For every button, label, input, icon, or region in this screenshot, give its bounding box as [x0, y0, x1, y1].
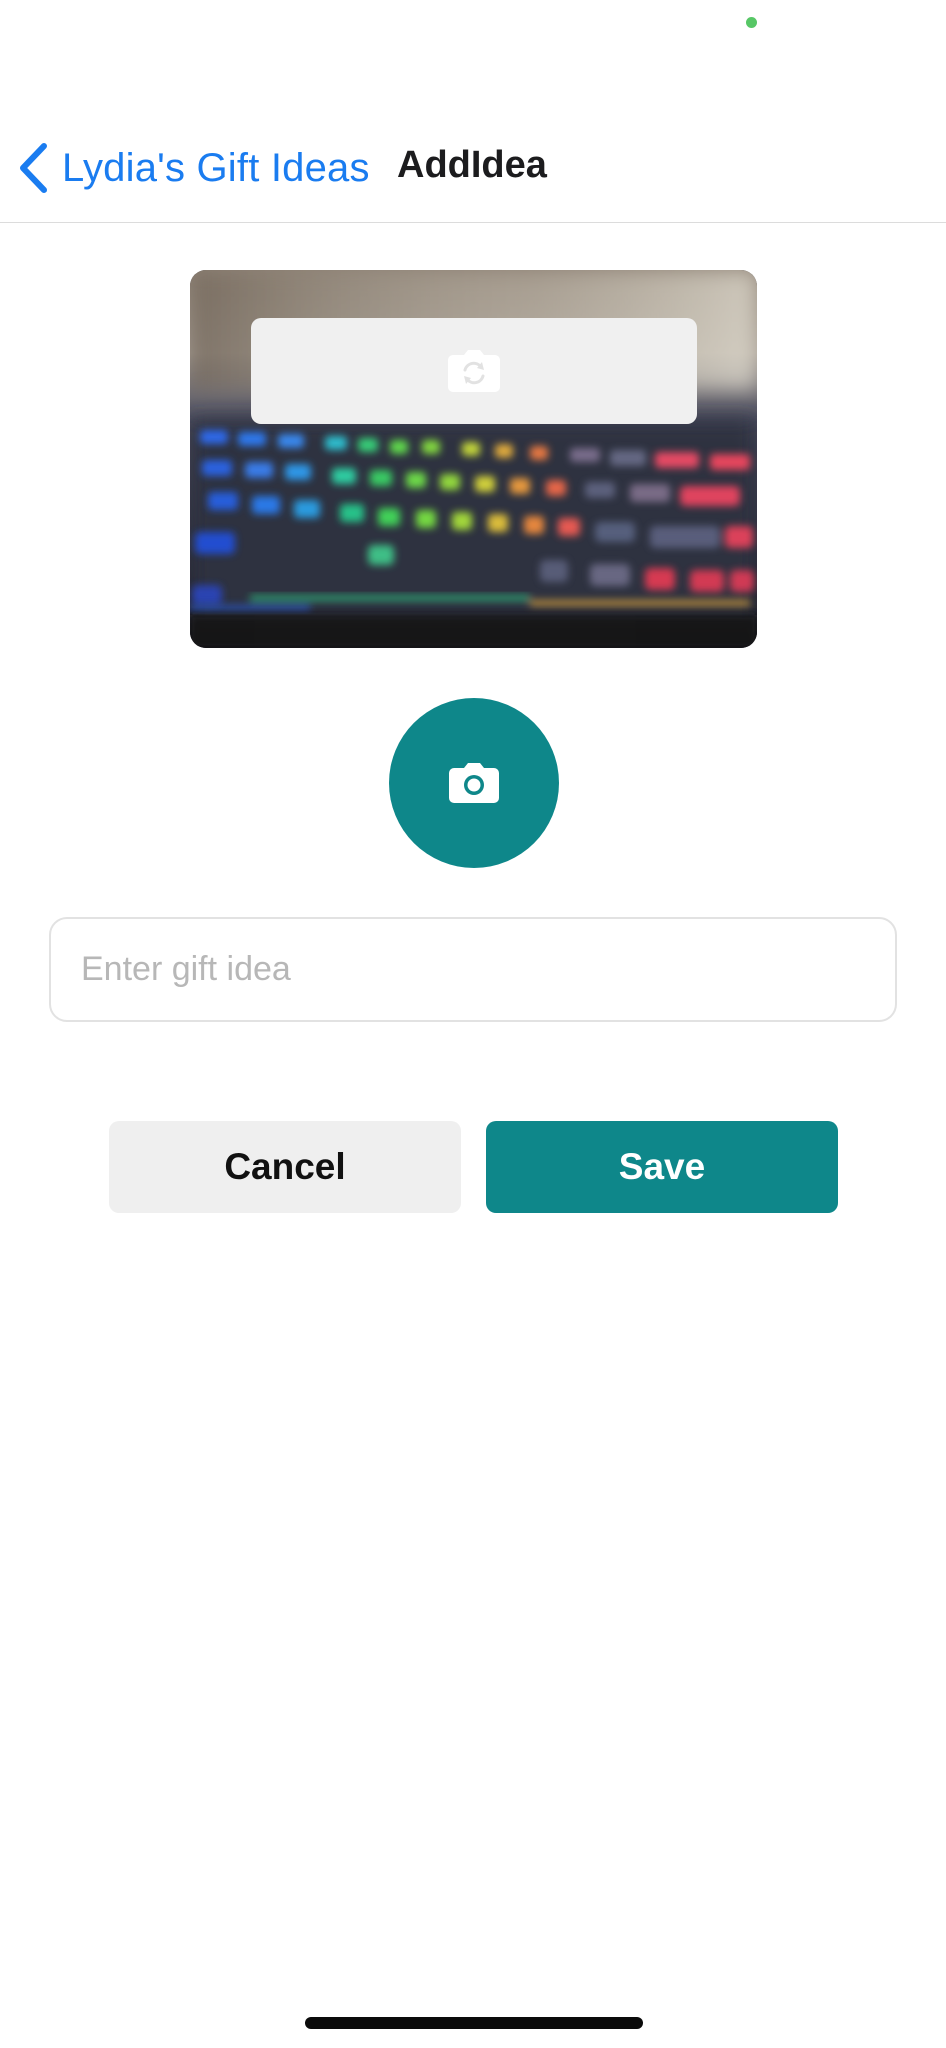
add-idea-screen: Lydia's Gift Ideas AddIdea Enter gift id…: [0, 0, 946, 2048]
navigation-bar: Lydia's Gift Ideas AddIdea: [0, 100, 946, 223]
camera-icon: [449, 763, 499, 803]
page-title: AddIdea: [397, 144, 547, 186]
home-indicator[interactable]: [305, 2017, 643, 2029]
privacy-indicator-dot: [746, 17, 757, 28]
photo-preview: [190, 270, 757, 648]
take-photo-button[interactable]: [389, 698, 559, 868]
back-button[interactable]: Lydia's Gift Ideas: [18, 138, 370, 198]
chevron-left-icon: [20, 143, 47, 193]
gift-idea-input[interactable]: [49, 917, 897, 1022]
cancel-button[interactable]: Cancel: [109, 1121, 461, 1213]
save-button[interactable]: Save: [486, 1121, 838, 1213]
back-button-label: Lydia's Gift Ideas: [62, 145, 370, 190]
retake-photo-button[interactable]: [251, 318, 697, 424]
camera-rotate-icon: [448, 350, 500, 392]
